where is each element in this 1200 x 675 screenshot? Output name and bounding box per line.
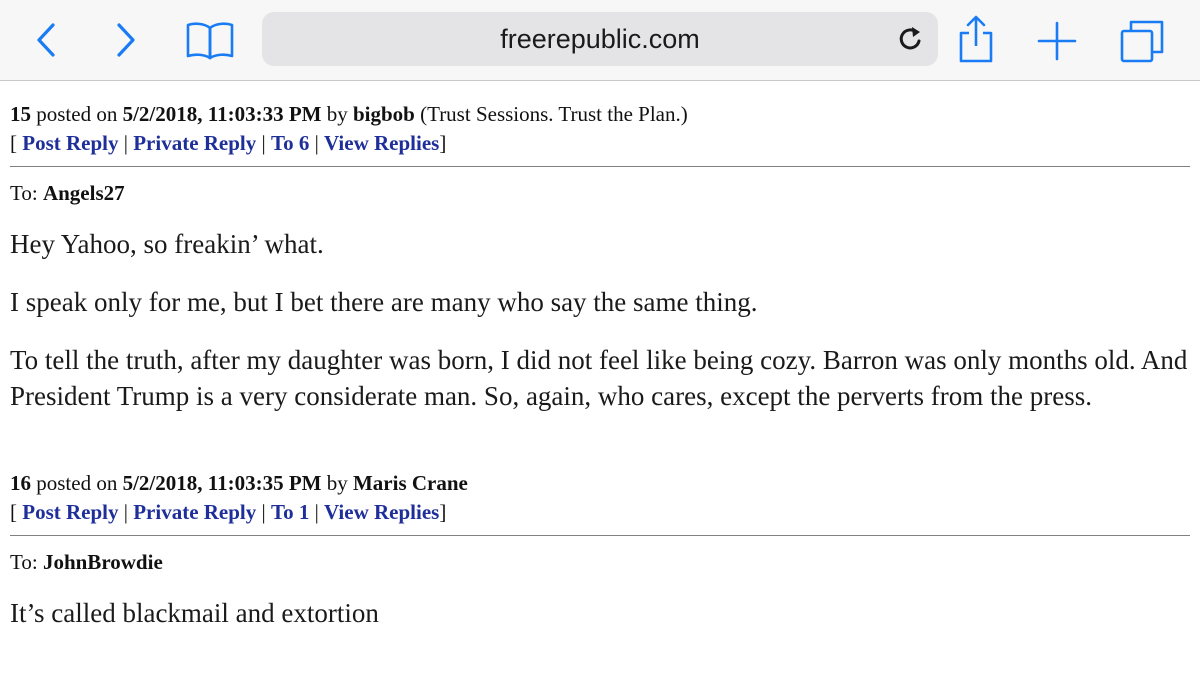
view-replies-link[interactable]: View Replies xyxy=(324,131,439,155)
separator: | xyxy=(118,500,134,524)
post-reply-link[interactable]: Post Reply xyxy=(22,500,118,524)
post-number: 16 xyxy=(10,471,31,495)
url-text[interactable]: freerepublic.com xyxy=(262,12,878,66)
posted-on-label: posted on xyxy=(31,102,123,126)
tabs-button[interactable] xyxy=(1118,18,1166,64)
tabs-icon xyxy=(1120,20,1164,63)
post-body-paragraph: To tell the truth, after my daughter was… xyxy=(10,345,1188,411)
posted-on-label: posted on xyxy=(31,471,123,495)
post-meta: 16 posted on 5/2/2018, 11:03:35 PM by Ma… xyxy=(10,468,1190,498)
post-datetime: 5/2/2018, 11:03:33 PM xyxy=(122,102,322,126)
post-author: Maris Crane xyxy=(352,471,468,495)
separator: | xyxy=(118,131,134,155)
post-15: 15 posted on 5/2/2018, 11:03:33 PM by bi… xyxy=(10,99,1190,414)
by-label: by xyxy=(321,102,353,126)
reply-to: To: Angels27 xyxy=(10,179,1190,207)
chevron-right-icon xyxy=(117,23,135,57)
book-icon xyxy=(186,22,234,60)
post-meta: 15 posted on 5/2/2018, 11:03:33 PM by bi… xyxy=(10,99,1190,129)
bookmarks-button[interactable] xyxy=(184,18,236,62)
post-datetime: 5/2/2018, 11:03:35 PM xyxy=(122,471,322,495)
post-actions: [ Post Reply | Private Reply | To 1 | Vi… xyxy=(10,498,1190,526)
reload-button[interactable] xyxy=(894,23,928,55)
chevron-left-icon xyxy=(37,23,55,57)
divider xyxy=(10,535,1190,536)
post-author: bigbob xyxy=(352,102,415,126)
separator: | xyxy=(309,131,325,155)
bracket-open: [ xyxy=(10,500,23,524)
plus-icon xyxy=(1037,21,1077,61)
address-bar[interactable]: freerepublic.com xyxy=(262,12,938,66)
post-body-paragraph: Hey Yahoo, so freakin’ what. xyxy=(10,229,324,259)
private-reply-link[interactable]: Private Reply xyxy=(133,500,256,524)
separator: | xyxy=(256,131,271,155)
forward-button[interactable] xyxy=(108,20,144,60)
post-reply-link[interactable]: Post Reply xyxy=(22,131,118,155)
to-label: To: xyxy=(10,550,43,574)
private-reply-link[interactable]: Private Reply xyxy=(133,131,256,155)
to-post-link[interactable]: To 6 xyxy=(271,131,309,155)
separator: | xyxy=(256,500,271,524)
new-tab-button[interactable] xyxy=(1036,20,1078,62)
view-replies-link[interactable]: View Replies xyxy=(324,500,439,524)
bracket-close: ] xyxy=(439,500,447,524)
bracket-open: [ xyxy=(10,131,23,155)
to-label: To: xyxy=(10,181,43,205)
to-user: JohnBrowdie xyxy=(42,550,163,574)
share-icon xyxy=(959,15,993,63)
post-body-paragraph: I speak only for me, but I bet there are… xyxy=(10,287,758,317)
to-post-link[interactable]: To 1 xyxy=(271,500,309,524)
reply-to: To: JohnBrowdie xyxy=(10,548,1190,576)
back-button[interactable] xyxy=(28,20,64,60)
to-user: Angels27 xyxy=(42,181,125,205)
post-number: 15 xyxy=(10,102,31,126)
bracket-close: ] xyxy=(439,131,447,155)
post-16: 16 posted on 5/2/2018, 11:03:35 PM by Ma… xyxy=(10,468,1190,631)
post-body-paragraph: It’s called blackmail and extortion xyxy=(10,598,379,628)
separator: | xyxy=(309,500,325,524)
by-label: by xyxy=(321,471,353,495)
browser-toolbar: freerepublic.com xyxy=(0,0,1200,81)
share-button[interactable] xyxy=(954,12,998,66)
thread-content: 15 posted on 5/2/2018, 11:03:33 PM by bi… xyxy=(10,80,1190,631)
divider xyxy=(10,166,1190,167)
author-tagline: (Trust Sessions. Trust the Plan.) xyxy=(414,102,688,126)
post-actions: [ Post Reply | Private Reply | To 6 | Vi… xyxy=(10,129,1190,157)
reload-icon xyxy=(899,27,921,50)
